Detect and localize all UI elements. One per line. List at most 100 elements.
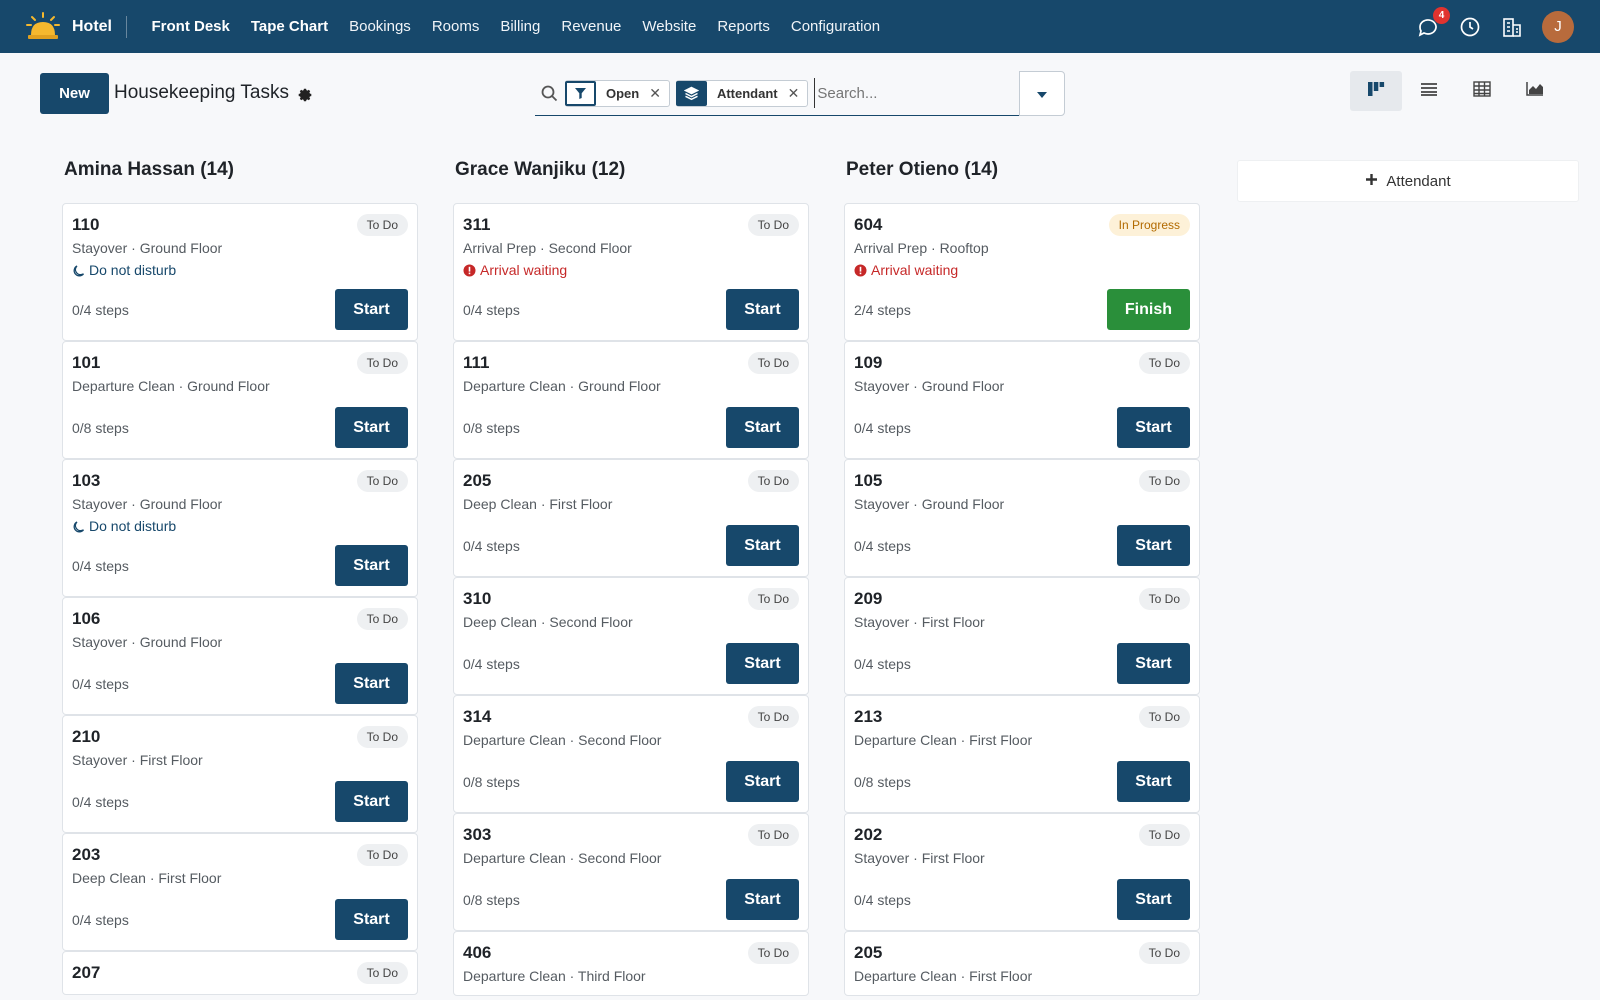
menu-item-front-desk[interactable]: Front Desk: [141, 0, 240, 53]
search-options-toggle[interactable]: [1019, 71, 1065, 116]
finish-button[interactable]: Finish: [1106, 289, 1190, 330]
steps-progress: 0/4 steps: [72, 557, 129, 574]
user-avatar[interactable]: J: [1542, 10, 1574, 43]
start-button[interactable]: Start: [726, 407, 799, 448]
start-button[interactable]: Start: [335, 407, 408, 448]
start-button[interactable]: Start: [1117, 643, 1190, 684]
moon-icon: [72, 264, 85, 277]
column-title[interactable]: Grace Wanjiku (12): [453, 150, 809, 190]
task-type-floor: Stayover · Ground Floor: [854, 378, 1005, 394]
menu-item-configuration[interactable]: Configuration: [780, 0, 890, 53]
task-type-floor: Stayover · Ground Floor: [72, 634, 223, 650]
task-type-floor: Departure Clean · First Floor: [854, 732, 1033, 748]
card-footer: 0/4 steps Start: [72, 781, 408, 822]
start-button[interactable]: Start: [1117, 761, 1190, 802]
card-footer: 0/4 steps Start: [72, 899, 408, 940]
menu-item-revenue[interactable]: Revenue: [551, 0, 632, 53]
task-card[interactable]: 106 To Do Stayover · Ground Floor 0/4 steps…: [62, 597, 418, 715]
start-button[interactable]: Start: [335, 545, 408, 586]
messages-badge: 4: [1433, 6, 1450, 24]
start-button[interactable]: Start: [335, 781, 408, 822]
task-type-floor: Arrival Prep · Rooftop: [854, 240, 989, 256]
task-card[interactable]: 105 To Do Stayover · Ground Floor 0/4 steps…: [844, 459, 1200, 577]
menu-item-billing[interactable]: Billing: [490, 0, 551, 53]
start-button[interactable]: Start: [335, 899, 408, 940]
start-button[interactable]: Start: [726, 289, 799, 330]
task-card[interactable]: 406 To Do Departure Clean · Third Floor: [453, 931, 809, 996]
task-card[interactable]: 209 To Do Stayover · First Floor 0/4 steps S…: [844, 577, 1200, 695]
start-button[interactable]: Start: [335, 663, 408, 704]
start-button[interactable]: Start: [726, 761, 799, 802]
task-card[interactable]: 109 To Do Stayover · Ground Floor 0/4 steps…: [844, 341, 1200, 459]
start-button[interactable]: Start: [726, 525, 799, 566]
menu-item-rooms[interactable]: Rooms: [421, 0, 490, 53]
menu-item-reports[interactable]: Reports: [707, 0, 781, 53]
start-button[interactable]: Start: [335, 289, 408, 330]
clock-icon[interactable]: [1458, 15, 1482, 39]
steps-progress: 0/8 steps: [463, 891, 520, 908]
card-note: Do not disturb: [72, 517, 408, 535]
card-note: Arrival waiting: [463, 261, 799, 279]
steps-progress: 0/4 steps: [463, 301, 520, 318]
task-card[interactable]: 101 To Do Departure Clean · Ground Floor 0/…: [62, 341, 418, 459]
task-card[interactable]: 110 To Do Stayover · Ground Floor Do not di…: [62, 203, 418, 341]
list-view-button[interactable]: [1403, 71, 1455, 111]
menu-item-bookings[interactable]: Bookings: [339, 0, 422, 53]
steps-progress: 0/8 steps: [854, 773, 911, 790]
task-card[interactable]: 111 To Do Departure Clean · Ground Floor 0/…: [453, 341, 809, 459]
menu-item-tape-chart[interactable]: Tape Chart: [240, 0, 338, 53]
steps-progress: 0/4 steps: [854, 419, 911, 436]
status-badge: To Do: [747, 706, 799, 728]
task-type-floor: Departure Clean · Ground Floor: [463, 378, 661, 394]
status-badge: In Progress: [1108, 214, 1190, 236]
brand[interactable]: Hotel: [0, 0, 127, 53]
task-type-floor: Stayover · Ground Floor: [72, 496, 223, 512]
start-button[interactable]: Start: [1117, 525, 1190, 566]
kanban-view-button[interactable]: [1350, 71, 1402, 111]
steps-progress: 0/4 steps: [854, 655, 911, 672]
menu-item-website[interactable]: Website: [632, 0, 707, 53]
task-card[interactable]: 314 To Do Departure Clean · Second Floor 0/…: [453, 695, 809, 813]
steps-progress: 0/4 steps: [463, 537, 520, 554]
task-card[interactable]: 205 To Do Departure Clean · First Floor: [844, 931, 1200, 996]
start-button[interactable]: Start: [1117, 879, 1190, 920]
task-card[interactable]: 213 To Do Departure Clean · First Floor 0/8…: [844, 695, 1200, 813]
facet-open-remove-icon[interactable]: ✕: [649, 85, 669, 102]
task-card[interactable]: 604 In Progress Arrival Prep · Rooftop Arri…: [844, 203, 1200, 341]
search-input[interactable]: [814, 78, 1005, 108]
facet-open-label: Open: [606, 85, 640, 101]
card-footer: 0/8 steps Start: [463, 879, 799, 920]
column-title[interactable]: Amina Hassan (14): [62, 150, 418, 190]
gear-icon[interactable]: [297, 87, 313, 103]
task-card[interactable]: 207 To Do: [62, 951, 418, 995]
new-button[interactable]: New: [40, 73, 109, 114]
task-card[interactable]: 210 To Do Stayover · First Floor 0/4 steps S…: [62, 715, 418, 833]
task-card[interactable]: 203 To Do Deep Clean · First Floor 0/4 step…: [62, 833, 418, 951]
start-button[interactable]: Start: [726, 879, 799, 920]
alert-icon: [463, 264, 476, 277]
facet-attendant-remove-icon[interactable]: ✕: [788, 85, 808, 102]
graph-view-button[interactable]: [1509, 71, 1561, 111]
column-title[interactable]: Peter Otieno (14): [844, 150, 1200, 190]
building-icon[interactable]: [1500, 15, 1524, 39]
start-button[interactable]: Start: [726, 643, 799, 684]
moon-icon: [72, 520, 85, 533]
task-card[interactable]: 311 To Do Arrival Prep · Second Floor Arriv…: [453, 203, 809, 341]
task-card[interactable]: 303 To Do Departure Clean · Second Floor 0/…: [453, 813, 809, 931]
task-card[interactable]: 205 To Do Deep Clean · First Floor 0/4 step…: [453, 459, 809, 577]
task-type-floor: Deep Clean · First Floor: [463, 496, 613, 512]
search-panel: Open ✕ Attendant ✕: [535, 71, 1065, 116]
pivot-view-button[interactable]: [1456, 71, 1508, 111]
plus-icon: [1365, 173, 1378, 190]
task-card[interactable]: 310 To Do Deep Clean · Second Floor 0/4 ste…: [453, 577, 809, 695]
task-card[interactable]: 103 To Do Stayover · Ground Floor Do not di…: [62, 459, 418, 597]
kanban-icon: [1367, 81, 1385, 102]
task-card[interactable]: 202 To Do Stayover · First Floor 0/4 steps S…: [844, 813, 1200, 931]
add-attendant-column-button[interactable]: Attendant: [1237, 160, 1579, 202]
facet-open: Open ✕: [565, 79, 670, 107]
status-badge: To Do: [1138, 706, 1190, 728]
messages-icon[interactable]: 4: [1416, 6, 1450, 39]
add-attendant-label: Attendant: [1386, 172, 1451, 190]
start-button[interactable]: Start: [1117, 407, 1190, 448]
steps-progress: 0/4 steps: [72, 793, 129, 810]
